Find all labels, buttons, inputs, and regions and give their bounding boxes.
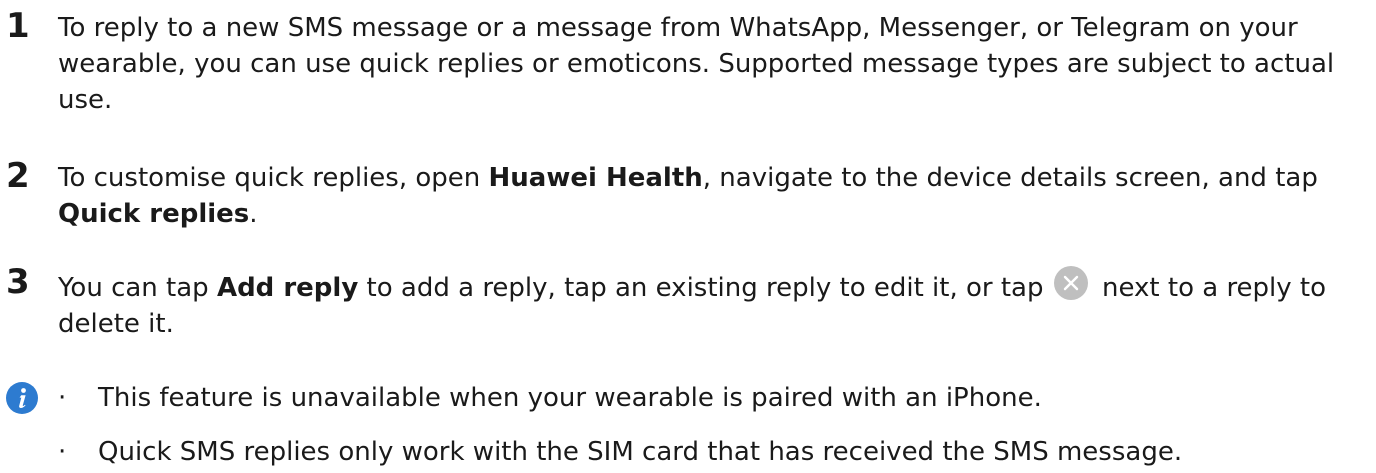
body-text: To customise quick replies, open <box>58 163 489 193</box>
body-text: , navigate to the device details screen,… <box>702 163 1318 193</box>
bullet-text: Quick SMS replies only work with the SIM… <box>98 437 1183 467</box>
bullet-dot: · <box>58 437 67 467</box>
body-text: To reply to a new SMS message or a messa… <box>58 13 1335 115</box>
emphasis-text: Huawei Health <box>488 163 703 193</box>
body-text: . <box>249 199 258 229</box>
body-text: to add a reply, tap an existing reply to… <box>358 273 1052 303</box>
emphasis-text: Add reply <box>216 273 359 303</box>
step-text: To reply to a new SMS message or a messa… <box>58 10 1358 118</box>
bullet-dot: · <box>58 383 67 413</box>
close-icon <box>1053 266 1088 300</box>
step-text: You can tap Add reply to add a reply, ta… <box>58 266 1358 342</box>
step-number: 2 <box>6 156 30 196</box>
bullet-text: This feature is unavailable when your we… <box>98 383 1042 413</box>
body-text: You can tap <box>58 273 217 303</box>
emphasis-text: Quick replies <box>58 199 250 229</box>
step-text: To customise quick replies, open Huawei … <box>58 160 1358 232</box>
step-number: 1 <box>6 6 30 46</box>
step-number: 3 <box>6 262 30 302</box>
info-icon <box>6 382 38 414</box>
